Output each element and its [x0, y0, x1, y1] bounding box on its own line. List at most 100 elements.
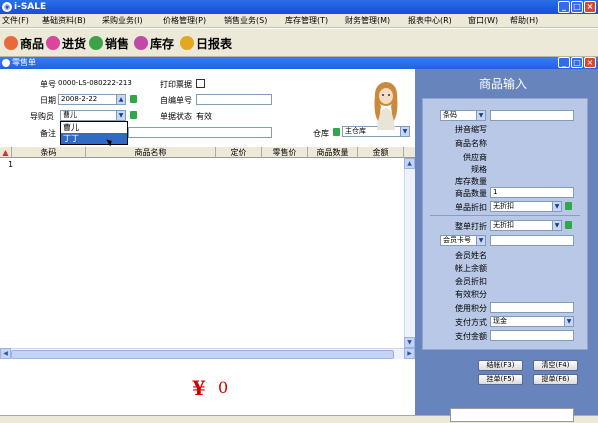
guide-option[interactable]: 曹儿	[61, 122, 127, 133]
supplier-label: 供应商	[463, 153, 487, 162]
maximize-button[interactable]: □	[571, 1, 583, 13]
stock-icon	[134, 36, 148, 50]
chevron-down-icon[interactable]: ▼	[476, 111, 485, 120]
menu-reports[interactable]: 报表中心(R)	[408, 14, 452, 28]
order-no-label: 单号	[40, 80, 56, 89]
guide-label: 导购员	[30, 112, 54, 121]
toolbar-stock-button[interactable]: 库存	[134, 35, 174, 51]
goods-icon	[4, 36, 18, 50]
panel-close-button[interactable]: ×	[584, 57, 596, 68]
retail-window-title-bar: 零售单	[0, 57, 415, 69]
menu-sales[interactable]: 销售业务(S)	[224, 14, 267, 28]
product-panel-title: 商品输入	[478, 77, 527, 91]
col-retail-price[interactable]: 零售价	[262, 147, 308, 158]
col-list-price[interactable]: 定价	[216, 147, 262, 158]
menu-basic-data[interactable]: 基础资料(B)	[42, 14, 86, 28]
date-label: 日期	[40, 96, 56, 105]
panel-maximize-button[interactable]: □	[571, 57, 583, 68]
status-input-box[interactable]	[450, 408, 574, 422]
sales-icon	[89, 36, 103, 50]
menu-window[interactable]: 窗口(W)	[468, 14, 498, 28]
scroll-thumb[interactable]	[11, 350, 394, 359]
items-grid-header: ▲ 条码 商品名称 定价 零售价 商品数量 金额	[0, 147, 415, 158]
scroll-up-icon[interactable]: ▲	[404, 158, 415, 169]
chevron-down-icon[interactable]: ▼	[552, 202, 561, 211]
whole-discount-select[interactable]: 无折扣 ▼	[490, 220, 562, 231]
member-card-input[interactable]	[490, 235, 574, 246]
menu-purchase[interactable]: 采购业务(I)	[102, 14, 143, 28]
use-points-label: 使用积分	[455, 304, 487, 313]
member-card-select[interactable]: 会员卡号 ▼	[440, 235, 486, 246]
whole-discount-label: 整单打折	[455, 222, 487, 231]
guide-confirm-icon[interactable]	[130, 111, 137, 119]
hold-order-button[interactable]: 挂单(F5)	[478, 374, 523, 385]
col-barcode[interactable]: 条码	[12, 147, 86, 158]
app-title-bar: ◉ i-SALE _ □ ×	[0, 0, 598, 14]
date-confirm-icon[interactable]	[130, 95, 137, 103]
chevron-down-icon[interactable]: ▼	[552, 221, 561, 230]
panel-minimize-button[interactable]: _	[558, 57, 570, 68]
app-title: i-SALE	[14, 2, 47, 12]
pay-method-select[interactable]: 现金 ▼	[490, 316, 574, 327]
minimize-button[interactable]: _	[558, 1, 570, 13]
warehouse-label: 仓库	[313, 129, 329, 138]
toolbar-purchase-button[interactable]: 进货	[46, 35, 86, 51]
col-amount[interactable]: 金额	[358, 147, 404, 158]
menu-inventory[interactable]: 库存管理(T)	[285, 14, 328, 28]
custom-no-input[interactable]	[196, 94, 272, 105]
barcode-type-select[interactable]: 条码 ▼	[440, 110, 486, 121]
whole-discount-icon[interactable]	[565, 221, 572, 229]
menu-finance[interactable]: 财务管理(M)	[345, 14, 390, 28]
pay-method-label: 支付方式	[455, 318, 487, 327]
product-qty-input[interactable]: 1	[490, 187, 574, 198]
product-panel-title-bar: _ □ ×	[415, 57, 598, 69]
item-discount-label: 单品折扣	[455, 203, 487, 212]
checkout-button[interactable]: 结帐(F3)	[478, 360, 523, 371]
sort-indicator-icon: ▲	[0, 147, 12, 158]
product-qty-label: 商品数量	[455, 189, 487, 198]
use-points-input[interactable]	[490, 302, 574, 313]
date-spin-icon[interactable]: ▲	[116, 95, 125, 104]
clear-button[interactable]: 清空(F4)	[533, 360, 578, 371]
custom-no-label: 自编单号	[160, 96, 192, 105]
daily-report-icon	[180, 36, 194, 50]
close-button[interactable]: ×	[584, 1, 596, 13]
account-balance-label: 帐上余额	[455, 264, 487, 273]
scroll-right-icon[interactable]: ▶	[404, 348, 415, 359]
guide-option-selected[interactable]: 丁丁	[61, 133, 127, 144]
total-amount: 0	[218, 378, 229, 397]
toolbar-sales-button[interactable]: 销售	[89, 35, 129, 51]
scroll-left-icon[interactable]: ◀	[0, 348, 11, 359]
menu-price[interactable]: 价格管理(P)	[163, 14, 206, 28]
menu-help[interactable]: 帮助(H)	[510, 14, 538, 28]
member-discount-label: 会员折扣	[455, 277, 487, 286]
note-input[interactable]	[128, 127, 272, 138]
product-name-label: 商品名称	[455, 139, 487, 148]
toolbar-goods-button[interactable]: 商品	[4, 35, 44, 51]
item-discount-icon[interactable]	[565, 202, 572, 210]
date-picker[interactable]: 2008-2-22 ▲	[58, 94, 126, 105]
chevron-down-icon[interactable]: ▼	[564, 317, 573, 326]
currency-symbol: ¥	[192, 376, 206, 400]
toolbar-daily-report-button[interactable]: 日报表	[180, 35, 232, 51]
barcode-input[interactable]	[490, 110, 574, 121]
col-product-name[interactable]: 商品名称	[86, 147, 216, 158]
grid-horizontal-scrollbar[interactable]: ◀ ▶	[0, 348, 415, 359]
scroll-down-icon[interactable]: ▼	[404, 337, 415, 348]
print-receipt-checkbox[interactable]	[196, 79, 205, 88]
col-quantity[interactable]: 商品数量	[308, 147, 358, 158]
chevron-down-icon[interactable]: ▼	[116, 111, 125, 120]
guide-select[interactable]: 曹儿 ▼	[60, 110, 126, 121]
chevron-down-icon[interactable]: ▼	[476, 236, 485, 245]
menu-file[interactable]: 文件(F)	[2, 14, 29, 28]
items-grid[interactable]: 1	[0, 158, 404, 348]
retrieve-order-button[interactable]: 提单(F6)	[533, 374, 578, 385]
print-receipt-label: 打印票据	[160, 80, 192, 89]
item-discount-select[interactable]: 无折扣 ▼	[490, 201, 562, 212]
panel-divider	[430, 215, 580, 216]
pay-amount-input[interactable]	[490, 330, 574, 341]
app-icon: ◉	[2, 2, 12, 12]
grid-vertical-scrollbar[interactable]: ▲ ▼	[404, 158, 415, 348]
row-number: 1	[8, 160, 14, 169]
warehouse-icon	[333, 128, 340, 136]
